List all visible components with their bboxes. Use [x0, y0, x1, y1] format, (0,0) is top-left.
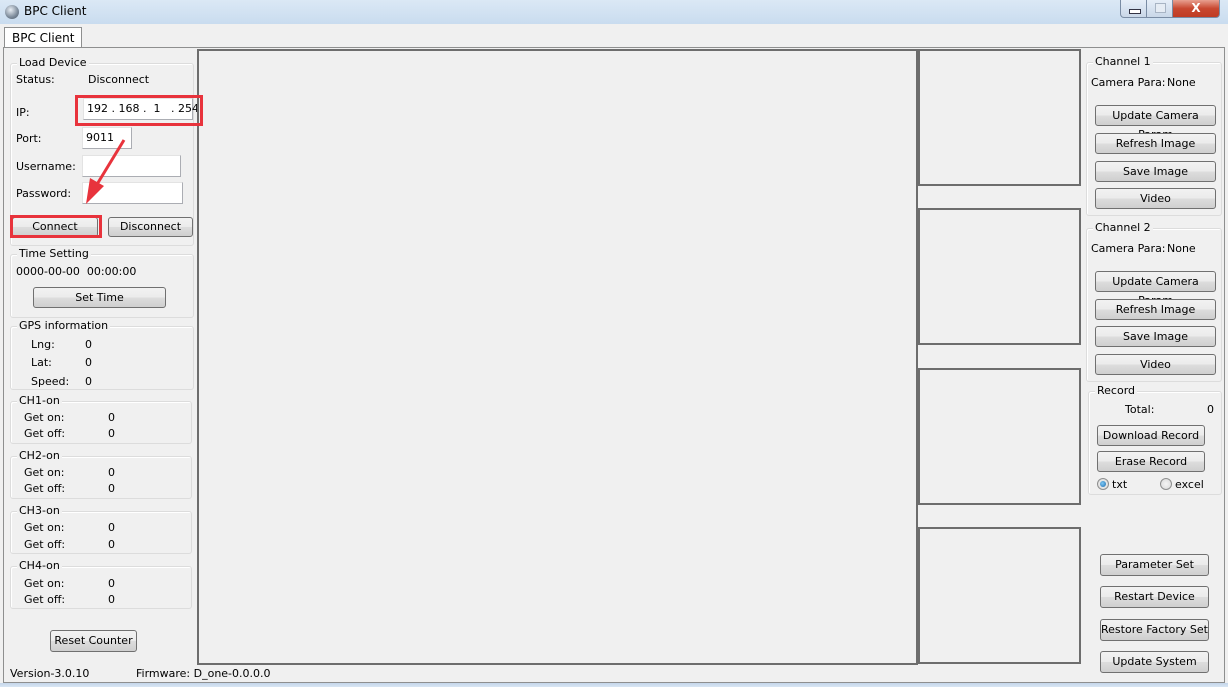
title-bar: BPC Client X [0, 0, 1228, 24]
record-label: Record [1095, 384, 1138, 397]
channel-preview-1 [918, 49, 1081, 186]
save-image-button-ch1[interactable]: Save Image [1095, 161, 1216, 182]
get-off-label: Get off: [24, 538, 66, 551]
speed-value: 0 [85, 375, 92, 388]
update-camera-param-button-ch2[interactable]: Update Camera Param [1095, 271, 1216, 307]
restore-factory-set-button[interactable]: Restore Factory Set [1100, 619, 1209, 641]
app-globe-icon [5, 5, 19, 19]
time-value: 0000-00-00 00:00:00 [16, 265, 137, 278]
get-on-label: Get on: [24, 466, 65, 479]
get-off-label: Get off: [24, 427, 66, 440]
username-label: Username: [16, 160, 76, 173]
counter-label: CH4-on [17, 559, 62, 572]
video-button-ch1[interactable]: Video [1095, 188, 1216, 209]
close-button[interactable]: X [1173, 0, 1220, 18]
load-device-label: Load Device [17, 56, 89, 69]
minimize-button[interactable] [1120, 0, 1147, 18]
port-input[interactable]: 9011 [82, 127, 132, 149]
tab-bpc-client[interactable]: BPC Client [4, 27, 83, 49]
channel-preview-3 [918, 368, 1081, 505]
lng-label: Lng: [31, 338, 55, 351]
refresh-image-button-ch1[interactable]: Refresh Image [1095, 133, 1216, 154]
lat-label: Lat: [31, 356, 52, 369]
get-on-value: 0 [108, 466, 115, 479]
window-title: BPC Client [24, 4, 87, 18]
get-on-label: Get on: [24, 411, 65, 424]
update-camera-param-button-ch1[interactable]: Update Camera Param [1095, 105, 1216, 141]
video-button-ch2[interactable]: Video [1095, 354, 1216, 375]
parameter-set-button[interactable]: Parameter Set [1100, 554, 1209, 576]
window-controls: X [1120, 0, 1220, 18]
password-label: Password: [16, 187, 72, 200]
lat-value: 0 [85, 356, 92, 369]
download-record-button[interactable]: Download Record [1097, 425, 1205, 446]
main-video-display [197, 49, 918, 665]
get-off-value: 0 [108, 482, 115, 495]
ip-address-input[interactable]: 192 . 168 . 1 . 254 [83, 98, 199, 120]
connect-button[interactable]: Connect [12, 217, 98, 237]
firmware-label: Firmware: D_one-0.0.0.0 [136, 667, 271, 680]
status-value: Disconnect [88, 73, 150, 86]
time-setting-group: Time Setting [10, 247, 194, 318]
camera-para-label: Camera Para: [1091, 76, 1166, 89]
erase-record-button[interactable]: Erase Record [1097, 451, 1205, 472]
set-time-button[interactable]: Set Time [33, 287, 166, 308]
total-label: Total: [1125, 403, 1155, 416]
counter-label: CH2-on [17, 449, 62, 462]
channel-preview-4 [918, 527, 1081, 664]
gps-label: GPS information [17, 319, 111, 332]
camera-para-label: Camera Para: [1091, 242, 1166, 255]
speed-label: Speed: [31, 375, 70, 388]
username-input[interactable] [82, 155, 181, 177]
counter-label: CH3-on [17, 504, 62, 517]
lng-value: 0 [85, 338, 92, 351]
password-input[interactable] [82, 182, 183, 204]
reset-counter-button[interactable]: Reset Counter [50, 630, 137, 652]
tab-strip: BPC Client [0, 24, 1228, 49]
txt-radio[interactable] [1097, 478, 1109, 490]
get-on-label: Get on: [24, 577, 65, 590]
ip-label: IP: [16, 106, 30, 119]
get-on-value: 0 [108, 577, 115, 590]
get-off-label: Get off: [24, 593, 66, 606]
get-on-label: Get on: [24, 521, 65, 534]
status-label: Status: [16, 73, 55, 86]
total-value: 0 [1207, 403, 1214, 416]
channel-1-label: Channel 1 [1093, 55, 1153, 68]
excel-radio[interactable] [1160, 478, 1172, 490]
counter-label: CH1-on [17, 394, 62, 407]
camera-para-value: None [1167, 76, 1196, 89]
excel-radio-label: excel [1175, 478, 1204, 491]
update-system-button[interactable]: Update System [1100, 651, 1209, 673]
txt-radio-label: txt [1112, 478, 1128, 491]
save-image-button-ch2[interactable]: Save Image [1095, 326, 1216, 347]
camera-para-value: None [1167, 242, 1196, 255]
refresh-image-button-ch2[interactable]: Refresh Image [1095, 299, 1216, 320]
channel-2-label: Channel 2 [1093, 221, 1153, 234]
disconnect-button[interactable]: Disconnect [108, 217, 193, 237]
get-on-value: 0 [108, 521, 115, 534]
get-off-value: 0 [108, 593, 115, 606]
version-label: Version-3.0.10 [10, 667, 90, 680]
restart-device-button[interactable]: Restart Device [1100, 586, 1209, 608]
time-setting-label: Time Setting [17, 247, 91, 260]
get-off-label: Get off: [24, 482, 66, 495]
maximize-button[interactable] [1147, 0, 1173, 18]
port-label: Port: [16, 132, 42, 145]
window-bottom-edge [0, 683, 1228, 687]
get-on-value: 0 [108, 411, 115, 424]
get-off-value: 0 [108, 538, 115, 551]
get-off-value: 0 [108, 427, 115, 440]
channel-preview-2 [918, 208, 1081, 345]
